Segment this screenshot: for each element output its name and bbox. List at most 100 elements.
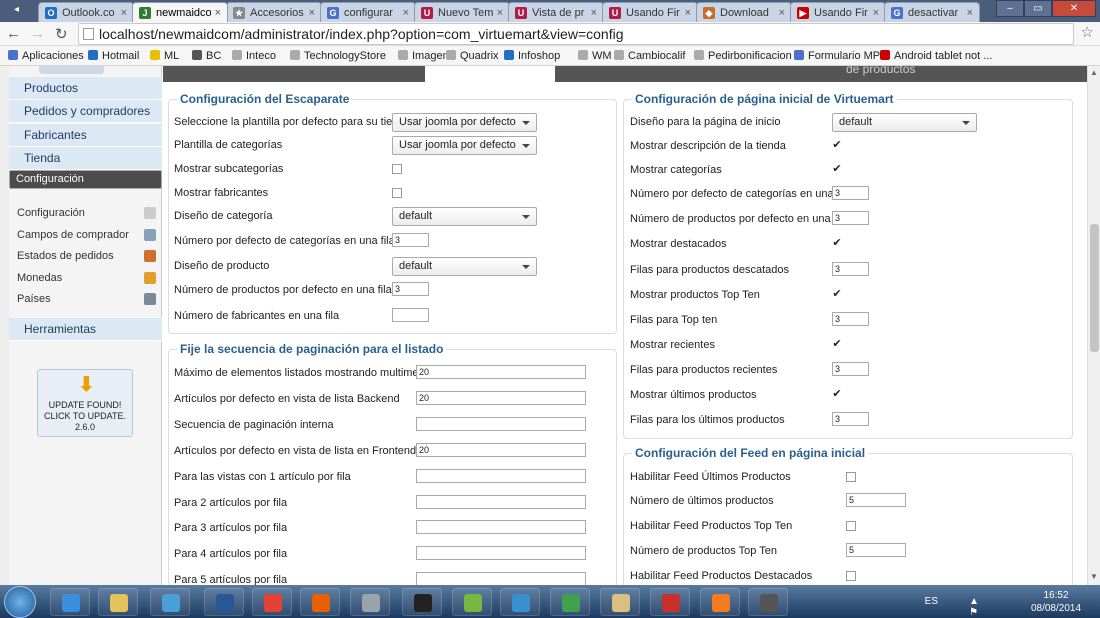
sidebar-nav-item[interactable]: Configuración <box>9 170 162 190</box>
checkbox[interactable] <box>846 521 856 531</box>
tab-close-icon[interactable]: × <box>591 7 597 19</box>
checkbox[interactable]: ✔ <box>832 339 842 350</box>
text-input[interactable] <box>416 572 586 585</box>
tab-close-icon[interactable]: × <box>967 7 973 19</box>
select-dropdown[interactable]: default <box>392 257 537 276</box>
media-player-icon[interactable] <box>150 588 190 616</box>
tab-close-icon[interactable]: × <box>497 7 503 19</box>
browser-tab[interactable]: Gdesactivar × <box>884 2 980 22</box>
text-input[interactable] <box>416 417 586 431</box>
checkbox[interactable]: ✔ <box>832 289 842 300</box>
bookmark-item[interactable]: Inteco <box>232 50 276 62</box>
sidebar-subitem[interactable]: Estados de pedidos <box>17 247 162 265</box>
start-button-icon[interactable] <box>4 586 36 618</box>
minimize-button[interactable]: – <box>996 0 1024 17</box>
sidebar-subitem[interactable]: Campos de comprador <box>17 226 162 244</box>
checkbox[interactable]: ✔ <box>832 238 842 249</box>
bookmark-item[interactable]: Android tablet not ... <box>880 50 992 62</box>
address-bar[interactable]: localhost/newmaidcom/administrator/index… <box>78 23 1074 45</box>
recycle-bin-icon[interactable] <box>350 588 390 616</box>
text-input[interactable]: 3 <box>832 186 869 200</box>
vlc-icon[interactable] <box>600 588 640 616</box>
firefox-icon[interactable] <box>300 588 340 616</box>
scrollbar-thumb[interactable] <box>1090 224 1099 352</box>
text-input[interactable]: 5 <box>846 493 906 507</box>
vertical-scrollbar[interactable]: ▲ ▼ <box>1087 66 1100 585</box>
sidebar-subitem[interactable]: Configuración <box>17 204 162 222</box>
back-arrow-icon[interactable]: ← <box>6 25 21 42</box>
forward-arrow-icon[interactable]: → <box>30 25 45 42</box>
filezilla-icon[interactable] <box>650 588 690 616</box>
clock-date[interactable]: 08/08/2014 <box>1026 603 1086 614</box>
checkbox[interactable] <box>846 571 856 581</box>
sidebar-nav-herramientas[interactable]: Herramientas <box>9 318 162 341</box>
studio-icon[interactable] <box>748 588 788 616</box>
text-input[interactable]: 5 <box>846 543 906 557</box>
xampp-icon[interactable] <box>700 588 740 616</box>
maximize-button[interactable]: ▭ <box>1024 0 1052 17</box>
browser-tab[interactable]: U Usando Fir × <box>602 2 698 22</box>
sidebar-nav-item[interactable]: Tienda <box>9 146 162 170</box>
text-input[interactable]: 3 <box>832 312 869 326</box>
inkscape-icon[interactable] <box>402 588 442 616</box>
tab-close-icon[interactable]: × <box>779 7 785 19</box>
select-dropdown[interactable]: Usar joomla por defecto <box>392 113 537 132</box>
ie-icon[interactable] <box>50 588 90 616</box>
bookmark-star-icon[interactable]: ☆ <box>1081 23 1094 41</box>
text-input[interactable]: 3 <box>392 233 429 247</box>
utorrent-icon[interactable] <box>452 588 492 616</box>
tab-close-icon[interactable]: × <box>121 7 127 19</box>
tab-close-icon[interactable]: × <box>309 7 315 19</box>
text-input[interactable]: 3 <box>832 362 869 376</box>
text-input[interactable]: 3 <box>832 211 869 225</box>
tabstrip-back-icon[interactable]: ◂ <box>14 4 19 15</box>
browser-tab[interactable]: U Vista de pr × <box>508 2 604 22</box>
bookmark-item[interactable]: TechnologyStore <box>290 50 386 62</box>
checkbox[interactable] <box>392 164 402 174</box>
select-dropdown[interactable]: default <box>832 113 977 132</box>
bookmark-item[interactable]: Aplicaciones <box>8 50 84 62</box>
text-input[interactable]: 3 <box>832 262 869 276</box>
reload-icon[interactable]: ↻ <box>55 25 68 43</box>
close-window-button[interactable]: ✕ <box>1052 0 1096 17</box>
active-config-tab[interactable] <box>425 66 555 82</box>
messenger-icon[interactable] <box>550 588 590 616</box>
sidebar-nav-item[interactable]: Fabricantes <box>9 123 162 147</box>
browser-tab[interactable]: ▶ Usando Fir × <box>790 2 886 22</box>
checkbox[interactable]: ✔ <box>832 140 842 151</box>
bookmark-item[interactable]: Infoshop <box>504 50 560 62</box>
checkbox[interactable] <box>392 188 402 198</box>
sidebar-subitem[interactable]: Monedas <box>17 269 162 287</box>
text-input[interactable]: 20 <box>416 443 586 457</box>
vuze-icon[interactable] <box>500 588 540 616</box>
scroll-down-icon[interactable]: ▼ <box>1090 572 1098 581</box>
bookmark-item[interactable]: Quadrix <box>446 50 499 62</box>
bookmark-item[interactable]: Formulario MP <box>794 50 880 62</box>
text-input[interactable]: 20 <box>416 391 586 405</box>
text-input[interactable]: 3 <box>392 282 429 296</box>
checkbox[interactable] <box>846 472 856 482</box>
bookmark-item[interactable]: BC <box>192 50 221 62</box>
bookmark-item[interactable]: Hotmail <box>88 50 139 62</box>
select-dropdown[interactable]: Usar joomla por defecto <box>392 136 537 155</box>
sidebar-subitem[interactable]: Países <box>17 290 162 308</box>
update-found-box[interactable]: ⬇ UPDATE FOUND! CLICK TO UPDATE. 2.6.0 <box>37 369 133 437</box>
text-input[interactable]: 3 <box>832 412 869 426</box>
checkbox[interactable]: ✔ <box>832 389 842 400</box>
text-input[interactable]: 20 <box>416 365 586 379</box>
explorer-icon[interactable] <box>98 588 138 616</box>
bookmark-item[interactable]: Cambiocalif <box>614 50 685 62</box>
bookmark-item[interactable]: WM <box>578 50 612 62</box>
browser-tab[interactable]: U Nuevo Tem × <box>414 2 510 22</box>
tab-close-icon[interactable]: × <box>685 7 691 19</box>
text-input[interactable] <box>416 495 586 509</box>
browser-tab[interactable]: Gconfigurar × <box>320 2 416 22</box>
checkbox[interactable]: ✔ <box>832 164 842 175</box>
tray-icons[interactable]: ▲ ⚑ ▮ <box>969 596 982 618</box>
browser-tab[interactable]: O Outlook.co × <box>38 2 134 22</box>
clock-time[interactable]: 16:52 <box>1026 590 1086 601</box>
text-input[interactable] <box>416 546 586 560</box>
language-indicator[interactable]: ES <box>925 596 938 607</box>
browser-tab[interactable]: ◆ Download × <box>696 2 792 22</box>
tab-close-icon[interactable]: × <box>215 7 221 19</box>
